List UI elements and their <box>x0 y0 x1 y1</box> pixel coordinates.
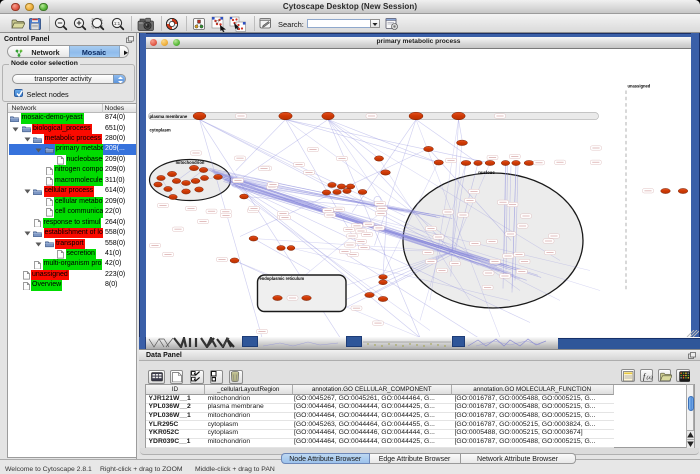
svg-text:cytoplasm: cytoplasm <box>150 127 171 132</box>
svg-text:1:1: 1:1 <box>114 20 121 25</box>
svg-text:nucleus: nucleus <box>478 170 495 175</box>
svg-text:unassigned: unassigned <box>628 83 651 88</box>
svg-text:mitochondrion: mitochondrion <box>176 160 205 165</box>
svg-text:(x): (x) <box>647 374 653 381</box>
svg-text:endoplasmic reticulum: endoplasmic reticulum <box>260 275 305 280</box>
svg-text:plasma membrane: plasma membrane <box>150 113 188 118</box>
